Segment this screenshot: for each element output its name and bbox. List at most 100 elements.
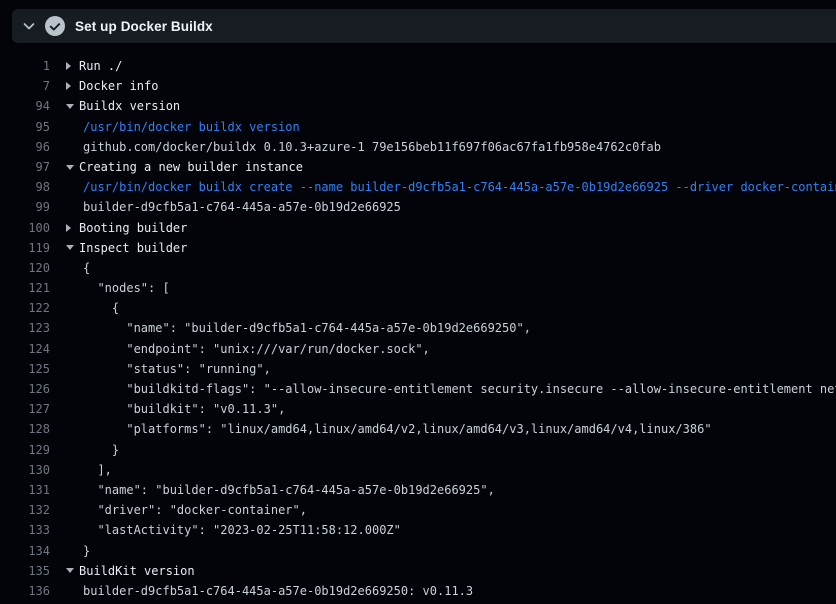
log-line: 100 Booting builder — [0, 218, 836, 238]
group-title: Docker info — [79, 76, 158, 96]
log-line: 126 "buildkitd-flags": "--allow-insecure… — [0, 379, 836, 399]
group-title: Buildx version — [79, 96, 180, 116]
triangle-right-icon — [66, 218, 79, 238]
output-text: "endpoint": "unix:///var/run/docker.sock… — [83, 339, 430, 359]
command-text: /usr/bin/docker buildx create --name bui… — [83, 177, 836, 197]
line-number[interactable]: 97 — [0, 157, 50, 177]
line-number[interactable]: 135 — [0, 561, 50, 581]
line-number[interactable]: 95 — [0, 117, 50, 137]
line-number[interactable]: 129 — [0, 440, 50, 460]
log-line: 95/usr/bin/docker buildx version — [0, 117, 836, 137]
log-line: 121 "nodes": [ — [0, 278, 836, 298]
group-title: Inspect builder — [79, 238, 187, 258]
output-text: "platforms": "linux/amd64,linux/amd64/v2… — [83, 419, 712, 439]
line-number[interactable]: 127 — [0, 399, 50, 419]
group-title: Booting builder — [79, 218, 187, 238]
line-number[interactable]: 132 — [0, 500, 50, 520]
log-group-header[interactable]: Buildx version — [66, 96, 180, 116]
log-line: 120 { — [0, 258, 836, 278]
log-line: 94 Buildx version — [0, 96, 836, 116]
log-lines: 1Run ./7Docker info94Buildx version95/us… — [0, 0, 836, 601]
output-text: "driver": "docker-container", — [83, 500, 307, 520]
log-group-header[interactable]: Creating a new builder instance — [66, 157, 303, 177]
triangle-down-icon — [66, 157, 79, 177]
line-number[interactable]: 94 — [0, 96, 50, 116]
output-text: "name": "builder-d9cfb5a1-c764-445a-a57e… — [83, 318, 531, 338]
log-line: 99 builder-d9cfb5a1-c764-445a-a57e-0b19d2… — [0, 197, 836, 217]
log-group-header[interactable]: Run ./ — [66, 56, 122, 76]
line-number[interactable]: 134 — [0, 541, 50, 561]
log-line: 132 "driver": "docker-container", — [0, 500, 836, 520]
log-line: 97 Creating a new builder instance — [0, 157, 836, 177]
line-number[interactable]: 133 — [0, 520, 50, 540]
line-number[interactable]: 7 — [0, 76, 50, 96]
line-number[interactable]: 100 — [0, 218, 50, 238]
output-text: "nodes": [ — [83, 278, 170, 298]
output-text: "status": "running", — [83, 359, 271, 379]
line-number[interactable]: 124 — [0, 339, 50, 359]
line-number[interactable]: 98 — [0, 177, 50, 197]
log-group-header[interactable]: Booting builder — [66, 218, 187, 238]
line-number[interactable]: 1 — [0, 56, 50, 76]
log-line: 122 { — [0, 298, 836, 318]
line-number[interactable]: 130 — [0, 460, 50, 480]
line-number[interactable]: 120 — [0, 258, 50, 278]
step-header[interactable]: Set up Docker Buildx — [12, 9, 836, 43]
log-line: 133 "lastActivity": "2023-02-25T11:58:12… — [0, 520, 836, 540]
line-number[interactable]: 121 — [0, 278, 50, 298]
log-line: 129 } — [0, 440, 836, 460]
line-number[interactable]: 136 — [0, 581, 50, 601]
triangle-down-icon — [66, 238, 79, 258]
log-line: 130 ], — [0, 460, 836, 480]
log-line: 134} — [0, 541, 836, 561]
group-title: Creating a new builder instance — [79, 157, 303, 177]
chevron-down-icon[interactable] — [21, 18, 37, 34]
group-title: BuildKit version — [79, 561, 195, 581]
output-text: "name": "builder-d9cfb5a1-c764-445a-a57e… — [83, 480, 495, 500]
output-text: { — [83, 258, 90, 278]
output-text: } — [83, 440, 119, 460]
output-text: "buildkitd-flags": "--allow-insecure-ent… — [83, 379, 836, 399]
output-text: "lastActivity": "2023-02-25T11:58:12.000… — [83, 520, 401, 540]
check-circle-icon — [45, 16, 65, 36]
log-line: 136 builder-d9cfb5a1-c764-445a-a57e-0b19d… — [0, 581, 836, 601]
line-number[interactable]: 123 — [0, 318, 50, 338]
triangle-right-icon — [66, 76, 79, 96]
log-group-header[interactable]: Docker info — [66, 76, 158, 96]
line-number[interactable]: 99 — [0, 197, 50, 217]
line-number[interactable]: 119 — [0, 238, 50, 258]
log-line: 135 BuildKit version — [0, 561, 836, 581]
triangle-down-icon — [66, 96, 79, 116]
log-line: 127 "buildkit": "v0.11.3", — [0, 399, 836, 419]
log-group-header[interactable]: BuildKit version — [66, 561, 195, 581]
output-text: { — [83, 298, 119, 318]
output-text: ], — [83, 460, 112, 480]
line-number[interactable]: 126 — [0, 379, 50, 399]
log-line: 1 Run ./ — [0, 56, 836, 76]
log-line: 96 github.com/docker/buildx 0.10.3+azure-… — [0, 137, 836, 157]
log-line: 7 Docker info — [0, 76, 836, 96]
step-title: Set up Docker Buildx — [75, 19, 213, 34]
line-number[interactable]: 128 — [0, 419, 50, 439]
log-line: 124 "endpoint": "unix:///var/run/docker.… — [0, 339, 836, 359]
log-line: 128 "platforms": "linux/amd64,linux/amd6… — [0, 419, 836, 439]
output-text: builder-d9cfb5a1-c764-445a-a57e-0b19d2e6… — [83, 197, 401, 217]
line-number[interactable]: 131 — [0, 480, 50, 500]
log-line: 123 "name": "builder-d9cfb5a1-c764-445a-… — [0, 318, 836, 338]
output-text: builder-d9cfb5a1-c764-445a-a57e-0b19d2e6… — [83, 581, 473, 601]
line-number[interactable]: 122 — [0, 298, 50, 318]
triangle-down-icon — [66, 561, 79, 581]
command-text: /usr/bin/docker buildx version — [83, 117, 300, 137]
log-line: 131 "name": "builder-d9cfb5a1-c764-445a-… — [0, 480, 836, 500]
group-title: Run ./ — [79, 56, 122, 76]
triangle-right-icon — [66, 56, 79, 76]
log-group-header[interactable]: Inspect builder — [66, 238, 187, 258]
log-line: 125 "status": "running", — [0, 359, 836, 379]
output-text: } — [83, 541, 90, 561]
output-text: github.com/docker/buildx 0.10.3+azure-1 … — [83, 137, 661, 157]
output-text: "buildkit": "v0.11.3", — [83, 399, 285, 419]
line-number[interactable]: 125 — [0, 359, 50, 379]
log-line: 98/usr/bin/docker buildx create --name b… — [0, 177, 836, 197]
line-number[interactable]: 96 — [0, 137, 50, 157]
log-line: 119 Inspect builder — [0, 238, 836, 258]
